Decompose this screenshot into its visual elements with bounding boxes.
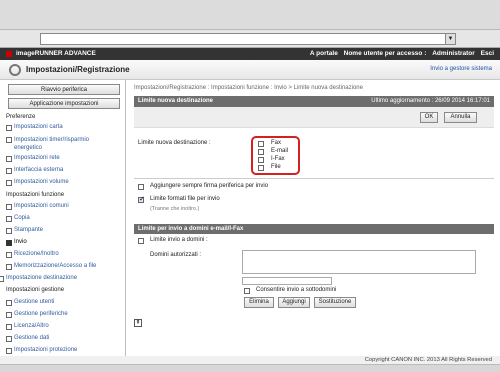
page-title: Impostazioni/Registrazione (26, 65, 130, 74)
sidebar-item-license[interactable]: Licenza/Altro (6, 323, 49, 330)
sidebar-item-timer[interactable]: Impostazioni timer/risparmio energetico (6, 136, 114, 152)
sidebar-item-common[interactable]: Impostazioni comuni (6, 203, 69, 210)
status-bar (0, 364, 500, 372)
divider (134, 178, 494, 179)
cancel-button[interactable]: Annulla (444, 112, 477, 123)
email-label: E-mail (271, 148, 289, 154)
signature-label: Aggiungere sempre firma periferica per i… (150, 183, 269, 189)
user-name: Administrator (432, 50, 475, 57)
ok-button[interactable]: OK (420, 112, 438, 123)
copyright-text: Copyright CANON INC. 2013 All Rights Res… (364, 357, 492, 363)
sidebar-section-preferences: Preferenze (6, 114, 36, 120)
header-actions: A portale Nome utente per accesso : Admi… (306, 50, 494, 57)
sidebar: Riavvio periferica Applicazione impostaz… (0, 80, 126, 364)
browser-toolbar (0, 0, 500, 30)
address-dropdown-icon[interactable]: ▼ (445, 34, 455, 44)
sidebar-item-security[interactable]: Impostazioni protezione (5, 347, 77, 354)
limit-destination-label: Limite nuova destinazione : (138, 140, 211, 146)
add-button[interactable]: Aggiungi (278, 297, 310, 308)
page-title-bar: Impostazioni/Registrazione Invio a gesto… (0, 60, 500, 80)
app-header: imageRUNNER ADVANCE A portale Nome utent… (0, 48, 500, 60)
signature-checkbox[interactable] (138, 184, 144, 190)
sidebar-item-printer[interactable]: Stampante (5, 227, 43, 234)
action-row: OK Annulla (134, 107, 494, 128)
allowed-domains-list[interactable] (242, 250, 476, 274)
apply-settings-button[interactable]: Applicazione impostazioni (8, 98, 120, 109)
system-manager-link[interactable]: Invio a gestore sistema (430, 66, 492, 72)
sidebar-item-data[interactable]: Gestione dati (5, 335, 49, 342)
ifax-checkbox[interactable] (258, 157, 264, 163)
limit-domains-checkbox[interactable] (138, 238, 144, 244)
email-domain-section-title: Limite per invio a domini e-mail/I-Fax (138, 226, 244, 232)
domain-input[interactable] (242, 277, 332, 285)
email-checkbox[interactable] (258, 149, 264, 155)
sidebar-item-interface[interactable]: Interfaccia esterna (5, 167, 63, 174)
allowed-domains-label: Domini autorizzati : (150, 252, 202, 258)
file-checkbox[interactable] (258, 165, 264, 171)
sidebar-item-storage[interactable]: Memorizzazione/Accesso a file (5, 263, 96, 270)
limit-domains-label: Limite invio a domini : (150, 237, 208, 243)
sidebar-item-paper[interactable]: Impostazioni carta (6, 124, 63, 131)
portal-link[interactable]: A portale (310, 50, 338, 57)
sidebar-item-copy[interactable]: Copia (6, 215, 30, 222)
ifax-label: I-Fax (271, 156, 285, 162)
sidebar-item-send[interactable]: Invio (6, 239, 27, 246)
sidebar-section-management: Impostazioni gestione (6, 287, 65, 293)
panel-title: Limite nuova destinazione (138, 98, 214, 104)
sidebar-item-volume[interactable]: Impostazioni volume (6, 179, 69, 186)
file-label: File (271, 164, 281, 170)
file-format-label: Limite formati file per invio (150, 196, 220, 202)
last-updated: Ultimo aggiornamento : 26/09 2014 16:17:… (371, 98, 490, 104)
sidebar-item-network[interactable]: Impostazioni rete (6, 155, 60, 162)
restart-device-button[interactable]: Riavvio periferica (8, 84, 120, 95)
scroll-top-icon[interactable]: ⇞ (134, 319, 142, 327)
canon-logo-icon (6, 51, 12, 57)
fax-label: Fax (271, 140, 282, 146)
forwarding-note: (Tranne che inoltro.) (150, 206, 200, 212)
app-name: imageRUNNER ADVANCE (16, 50, 96, 57)
address-bar[interactable]: ▼ (40, 33, 456, 45)
panel-header: Limite nuova destinazione Ultimo aggiorn… (134, 96, 494, 107)
fax-checkbox[interactable] (258, 141, 264, 147)
delete-button[interactable]: Elimina (244, 297, 274, 308)
settings-gear-icon (9, 64, 21, 76)
main-content: Impostazioni/Registrazione : Impostazion… (126, 80, 500, 364)
sidebar-item-destination[interactable]: Impostazione destinazione (0, 275, 77, 282)
sidebar-section-function: Impostazioni funzione (6, 192, 65, 198)
replace-button[interactable]: Sostituzione (314, 297, 356, 308)
subdomains-checkbox[interactable] (244, 288, 250, 294)
email-domain-section-header: Limite per invio a domini e-mail/I-Fax (134, 224, 494, 234)
breadcrumb: Impostazioni/Registrazione : Impostazion… (134, 85, 363, 91)
footer: Copyright CANON INC. 2013 All Rights Res… (0, 356, 500, 364)
sidebar-item-devices[interactable]: Gestione periferiche (6, 311, 68, 318)
sidebar-item-users[interactable]: Gestione utenti (5, 299, 54, 306)
file-format-checkbox[interactable] (138, 195, 145, 203)
sidebar-item-receive[interactable]: Ricezione/Inoltro (6, 251, 59, 258)
address-row: ▼ (0, 30, 500, 48)
subdomains-label: Consentire invio a sottodomini (256, 287, 337, 293)
user-label: Nome utente per accesso : (343, 50, 427, 57)
logout-link[interactable]: Esci (481, 50, 494, 57)
